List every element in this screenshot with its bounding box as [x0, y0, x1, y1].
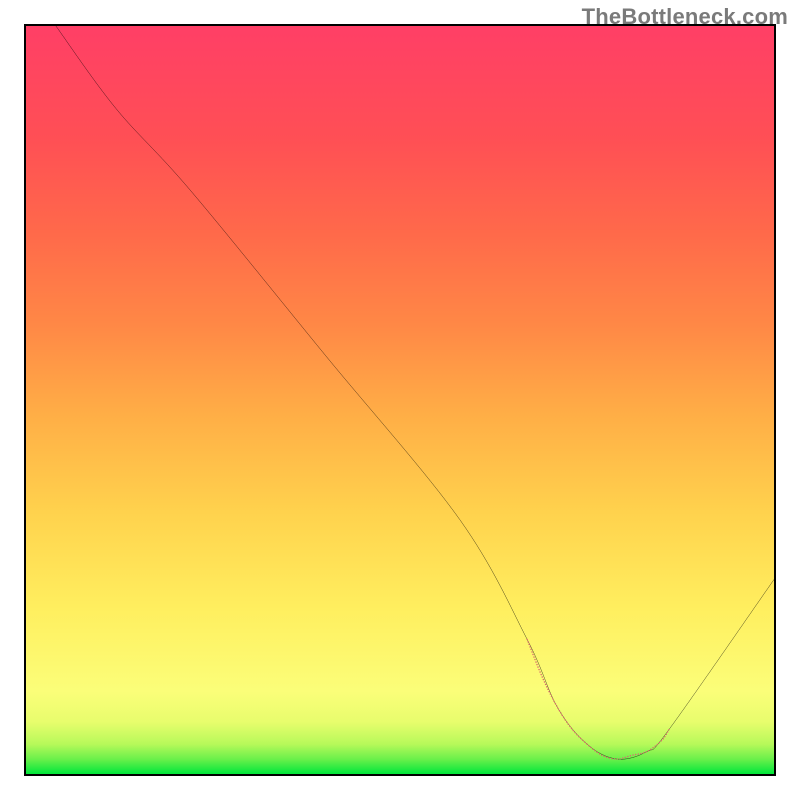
plot-area	[24, 24, 776, 776]
heat-gradient-bg	[26, 26, 774, 774]
chart-frame: TheBottleneck.com	[0, 0, 800, 800]
watermark-label: TheBottleneck.com	[582, 4, 788, 30]
